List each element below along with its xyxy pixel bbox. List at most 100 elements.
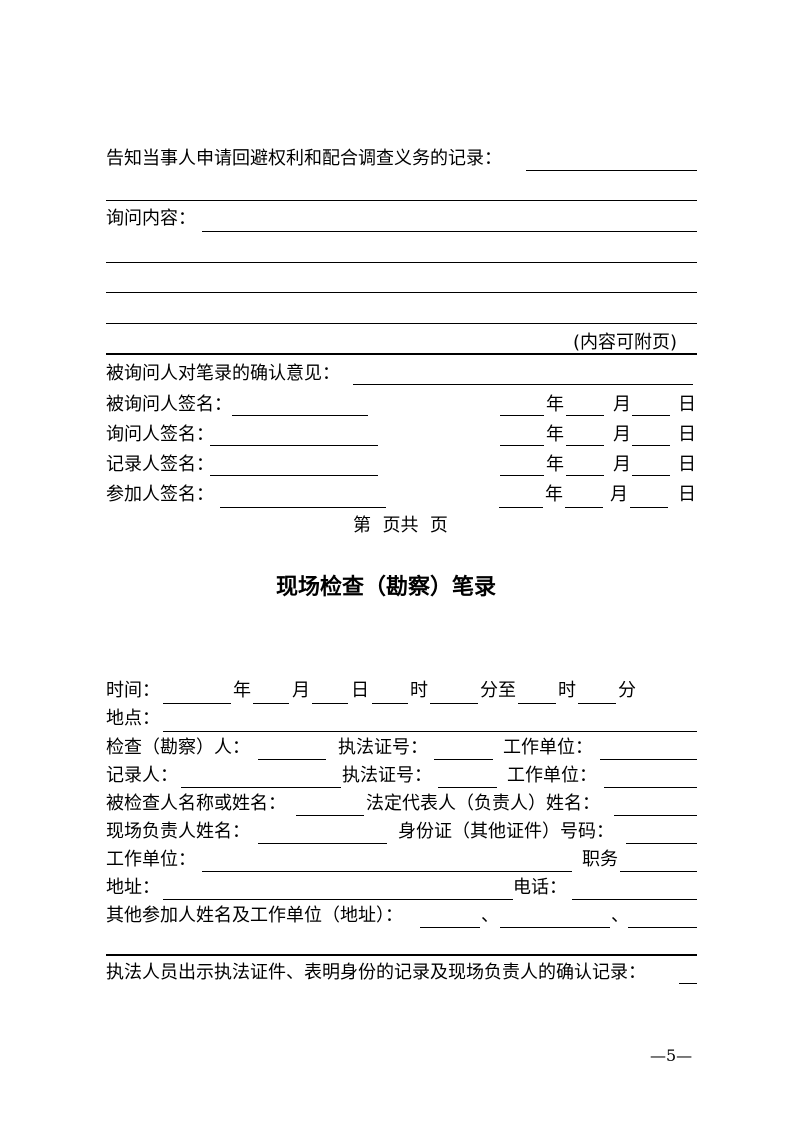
phone-label: 电话： bbox=[513, 877, 567, 898]
month-label: 月 bbox=[613, 394, 631, 415]
place-label: 地点： bbox=[106, 708, 160, 729]
confirm-label: 被询问人对笔录的确认意见： bbox=[106, 363, 340, 384]
time-day-field[interactable] bbox=[312, 703, 348, 704]
others-field-2[interactable] bbox=[500, 927, 610, 928]
day-field[interactable] bbox=[632, 445, 670, 446]
inspector-label: 检查（勘察）人： bbox=[106, 737, 250, 758]
signature-field[interactable] bbox=[210, 475, 378, 476]
time-minute-to-label: 分至 bbox=[480, 680, 516, 701]
time-minute2-field[interactable] bbox=[578, 703, 616, 704]
month-label: 月 bbox=[613, 454, 631, 475]
signature-field[interactable] bbox=[220, 507, 386, 508]
signature-label: 被询问人签名： bbox=[106, 394, 232, 415]
license-field-2[interactable] bbox=[438, 787, 497, 788]
signature-field[interactable] bbox=[210, 445, 378, 446]
form-title: 现场检查（勘察）笔录 bbox=[276, 574, 497, 600]
year-label: 年 bbox=[545, 484, 563, 505]
year-field[interactable] bbox=[500, 475, 544, 476]
unit-field[interactable] bbox=[600, 759, 697, 760]
onsite-person-label: 现场负责人姓名： bbox=[106, 821, 250, 842]
attach-note: (内容可附页) bbox=[573, 332, 678, 353]
time-minute-field[interactable] bbox=[430, 703, 478, 704]
others-label: 其他参加人姓名及工作单位（地址）： bbox=[106, 905, 403, 926]
inquiry-field-line-2[interactable] bbox=[106, 262, 697, 263]
separator: 、 bbox=[481, 905, 499, 926]
inspected-name-label: 被检查人名称或姓名： bbox=[106, 793, 286, 814]
month-field[interactable] bbox=[565, 507, 603, 508]
legal-rep-label: 法定代表人（负责人）姓名： bbox=[366, 793, 600, 814]
signature-label: 记录人签名： bbox=[106, 454, 214, 475]
unit-field-2[interactable] bbox=[604, 787, 697, 788]
notice-field-line[interactable] bbox=[526, 170, 697, 171]
time-label: 时间： bbox=[106, 680, 160, 701]
month-label: 月 bbox=[613, 424, 631, 445]
page-indicator: 第 页共 页 bbox=[353, 515, 448, 536]
time-year-label: 年 bbox=[233, 680, 251, 701]
year-field[interactable] bbox=[500, 415, 544, 416]
time-hour2-field[interactable] bbox=[518, 703, 556, 704]
day-field[interactable] bbox=[630, 507, 668, 508]
position-field[interactable] bbox=[620, 871, 697, 872]
address-field[interactable] bbox=[163, 899, 513, 900]
time-year-field[interactable] bbox=[163, 703, 231, 704]
onsite-person-field[interactable] bbox=[258, 843, 387, 844]
inquiry-field-line[interactable] bbox=[202, 231, 697, 232]
time-minute2-label: 分 bbox=[618, 680, 636, 701]
work-unit-field[interactable] bbox=[202, 871, 572, 872]
unit-label-2: 工作单位： bbox=[507, 765, 597, 786]
inquiry-label: 询问内容： bbox=[106, 208, 196, 229]
inquiry-field-line-4[interactable] bbox=[106, 323, 697, 324]
notice-field-line-2[interactable] bbox=[106, 200, 697, 201]
others-field-3[interactable] bbox=[628, 927, 697, 928]
day-label: 日 bbox=[678, 454, 696, 475]
section-divider bbox=[106, 353, 697, 355]
time-day-label: 日 bbox=[351, 680, 369, 701]
year-field[interactable] bbox=[499, 507, 543, 508]
work-unit-label: 工作单位： bbox=[106, 849, 196, 870]
license-field[interactable] bbox=[434, 759, 493, 760]
recorder-field[interactable] bbox=[181, 787, 341, 788]
day-field[interactable] bbox=[632, 415, 670, 416]
notice-label: 告知当事人申请回避权利和配合调查义务的记录： bbox=[106, 148, 502, 169]
show-id-label: 执法人员出示执法证件、表明身份的记录及现场负责人的确认记录： bbox=[106, 962, 646, 983]
day-label: 日 bbox=[678, 394, 696, 415]
inspected-name-field[interactable] bbox=[296, 815, 364, 816]
day-label: 日 bbox=[678, 484, 696, 505]
place-field[interactable] bbox=[163, 731, 697, 732]
time-month-field[interactable] bbox=[253, 703, 289, 704]
license-label: 执法证号： bbox=[338, 737, 428, 758]
legal-rep-field[interactable] bbox=[614, 815, 697, 816]
position-label: 职务 bbox=[582, 849, 618, 870]
month-field[interactable] bbox=[566, 475, 604, 476]
year-field[interactable] bbox=[500, 445, 544, 446]
page-number: —5— bbox=[650, 1046, 693, 1065]
inspector-field[interactable] bbox=[258, 759, 326, 760]
signature-field[interactable] bbox=[232, 415, 368, 416]
others-field-1[interactable] bbox=[420, 927, 480, 928]
month-field[interactable] bbox=[566, 445, 604, 446]
year-label: 年 bbox=[546, 454, 564, 475]
show-id-field[interactable] bbox=[679, 983, 697, 984]
time-hour-label: 时 bbox=[410, 680, 428, 701]
address-label: 地址： bbox=[106, 877, 160, 898]
time-hour2-label: 时 bbox=[558, 680, 576, 701]
recorder-label: 记录人： bbox=[106, 765, 178, 786]
time-month-label: 月 bbox=[292, 680, 310, 701]
license-label-2: 执法证号： bbox=[342, 765, 432, 786]
month-label: 月 bbox=[610, 484, 628, 505]
others-field-line-2[interactable] bbox=[106, 954, 697, 956]
day-label: 日 bbox=[678, 424, 696, 445]
month-field[interactable] bbox=[566, 415, 604, 416]
phone-field[interactable] bbox=[572, 899, 697, 900]
year-label: 年 bbox=[546, 394, 564, 415]
day-field[interactable] bbox=[632, 475, 670, 476]
unit-label: 工作单位： bbox=[503, 737, 593, 758]
signature-label: 询问人签名： bbox=[106, 424, 214, 445]
time-hour-field[interactable] bbox=[372, 703, 408, 704]
separator: 、 bbox=[611, 905, 629, 926]
inquiry-field-line-3[interactable] bbox=[106, 292, 697, 293]
year-label: 年 bbox=[546, 424, 564, 445]
id-label: 身份证（其他证件）号码： bbox=[398, 821, 614, 842]
id-field[interactable] bbox=[626, 843, 697, 844]
confirm-field-line[interactable] bbox=[353, 384, 693, 385]
